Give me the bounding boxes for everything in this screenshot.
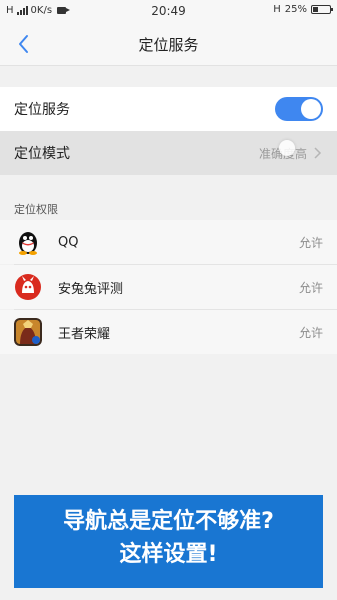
network-type: H xyxy=(273,4,281,15)
status-right: H 25% xyxy=(273,4,333,15)
app-row-honor-of-kings[interactable]: 王者荣耀 允许 xyxy=(0,310,337,354)
location-service-label: 定位服务 xyxy=(14,102,70,118)
permissions-section-title: 定位权限 xyxy=(14,203,58,216)
app-name: 王者荣耀 xyxy=(58,326,111,342)
location-mode-row[interactable]: 定位模式 准确度高 xyxy=(0,131,337,175)
location-mode-label: 定位模式 xyxy=(14,146,70,162)
banner-line-1: 导航总是定位不够准? xyxy=(63,509,274,534)
app-permission-status: 允许 xyxy=(298,236,323,250)
battery-percent: 25% xyxy=(284,4,307,15)
app-name: 安兔兔评测 xyxy=(58,281,124,297)
app-name: QQ xyxy=(58,234,79,250)
battery-icon xyxy=(311,5,333,14)
location-service-row[interactable]: 定位服务 xyxy=(0,87,337,131)
page-title: 定位服务 xyxy=(138,36,199,54)
honor-of-kings-icon xyxy=(14,318,42,346)
qq-penguin-icon xyxy=(19,232,37,255)
touch-indicator xyxy=(279,140,295,156)
app-permission-status: 允许 xyxy=(298,326,323,340)
location-service-toggle[interactable] xyxy=(275,97,323,121)
status-bar: H 0K/s 20:49 H 25% xyxy=(0,0,337,22)
app-row-antutu[interactable]: 安兔兔评测 允许 xyxy=(0,265,337,309)
antutu-icon xyxy=(15,274,41,300)
toggle-knob xyxy=(301,99,321,119)
app-permission-status: 允许 xyxy=(298,281,323,295)
promo-banner: 导航总是定位不够准? 这样设置! xyxy=(14,495,323,588)
chevron-right-icon xyxy=(314,147,322,159)
banner-line-2: 这样设置! xyxy=(119,542,218,567)
nav-bar: 定位服务 xyxy=(0,22,337,66)
app-row-qq[interactable]: QQ 允许 xyxy=(0,220,337,264)
